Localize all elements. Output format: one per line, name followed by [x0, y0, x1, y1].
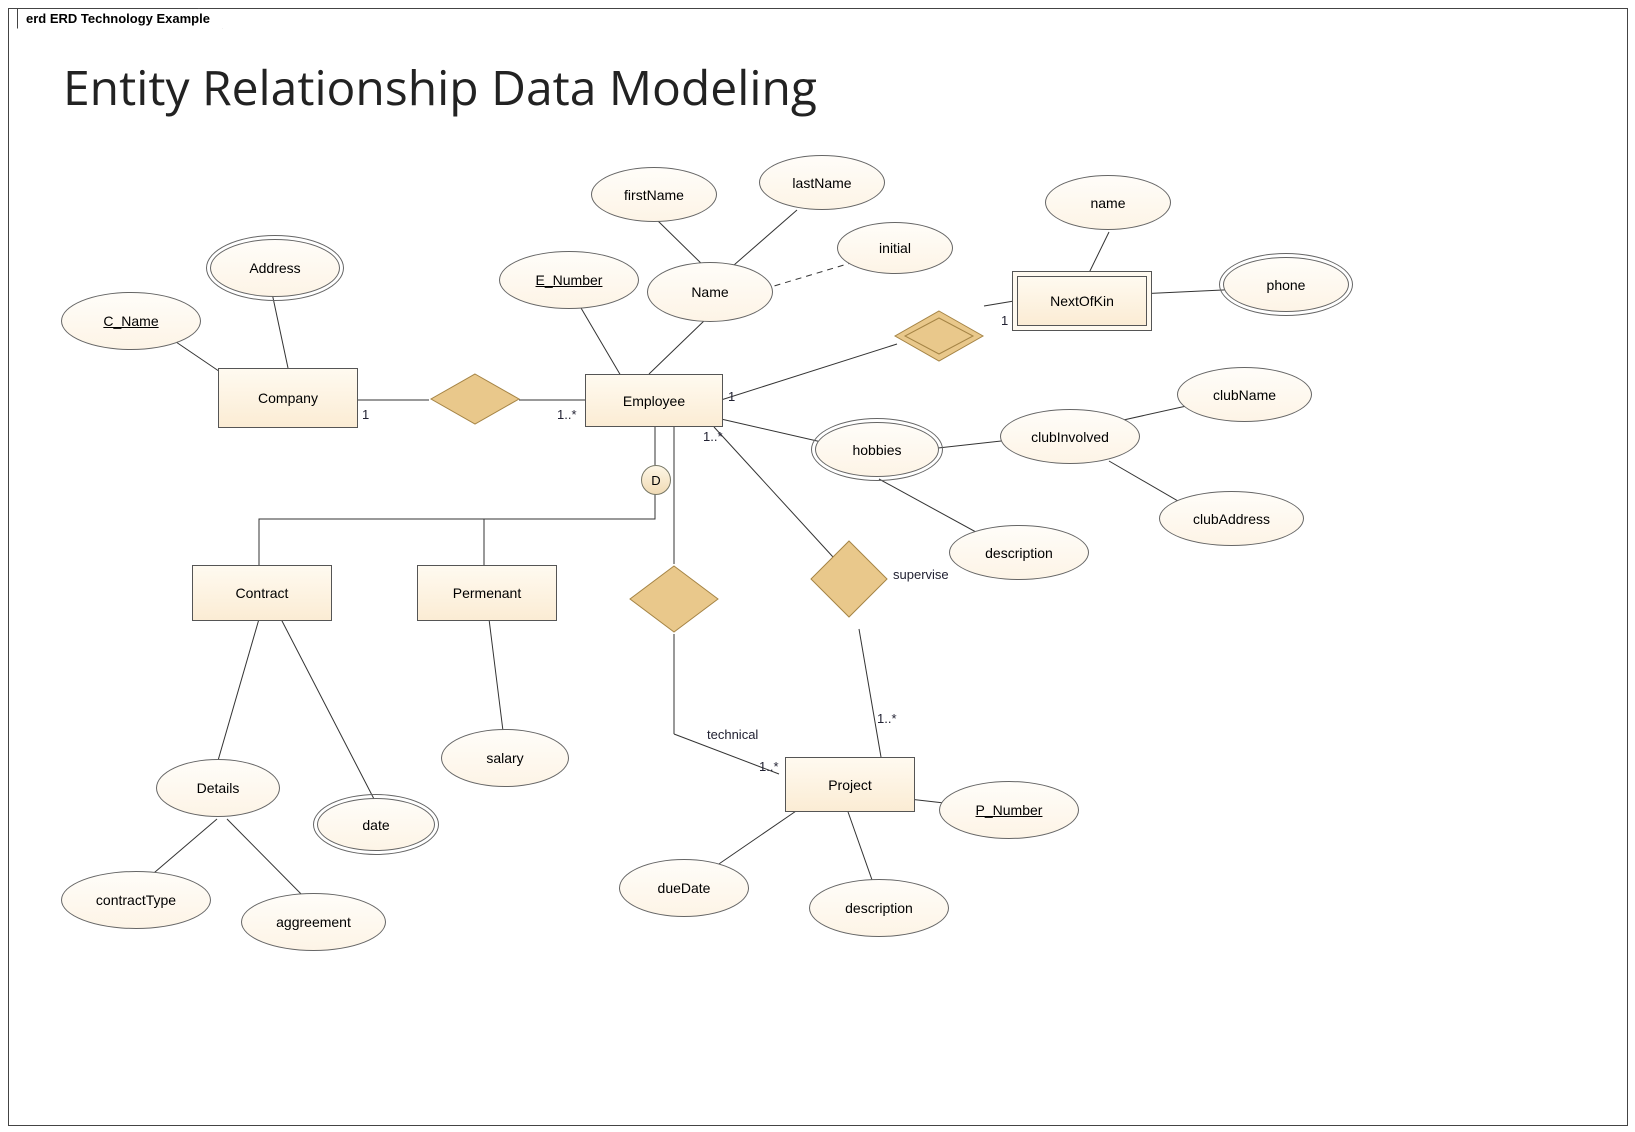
- attr-due-date: dueDate: [619, 859, 749, 917]
- attr-club-address: clubAddress: [1159, 491, 1304, 546]
- attr-p-number: P_Number: [939, 781, 1079, 839]
- entity-nextofkin: NextOfKin: [1017, 276, 1147, 326]
- card-company-1: 1: [362, 407, 369, 422]
- card-employee-nok-1: 1: [728, 389, 735, 404]
- relationship-technical: [628, 564, 720, 634]
- attr-c-name: C_Name: [61, 292, 201, 350]
- relationship-company-employee: [429, 372, 521, 426]
- attr-lastname: lastName: [759, 155, 885, 210]
- card-supervise-project: 1..*: [877, 711, 897, 726]
- entity-contract: Contract: [192, 565, 332, 621]
- attr-initial: initial: [837, 222, 953, 274]
- attr-club-involved: clubInvolved: [1000, 409, 1140, 464]
- attr-contract-type: contractType: [61, 871, 211, 929]
- label-technical: technical: [707, 727, 758, 742]
- entity-permanent: Permenant: [417, 565, 557, 621]
- attr-aggreement: aggreement: [241, 893, 386, 951]
- label-supervise: supervise: [893, 567, 949, 582]
- entity-project: Project: [785, 757, 915, 812]
- attr-firstname: firstName: [591, 167, 717, 222]
- attr-salary: salary: [441, 729, 569, 787]
- diagram-tab: erd ERD Technology Example: [17, 8, 223, 29]
- attr-hobbies: hobbies: [815, 422, 939, 477]
- card-employee-1n: 1..*: [557, 407, 577, 422]
- attr-e-number: E_Number: [499, 251, 639, 309]
- card-nok-1: 1: [1001, 313, 1008, 328]
- relationship-supervise: [809, 539, 889, 619]
- attr-project-description: description: [809, 879, 949, 937]
- card-employee-proj-top: 1..*: [703, 429, 723, 444]
- relationship-employee-nextofkin: [893, 309, 985, 363]
- entity-company: Company: [218, 368, 358, 428]
- attr-address: Address: [210, 239, 340, 297]
- attr-nok-phone: phone: [1223, 257, 1349, 312]
- card-technical-project: 1..*: [759, 759, 779, 774]
- attr-hobbies-description: description: [949, 525, 1089, 580]
- diagram-frame: erd ERD Technology Example Entity Relati…: [8, 8, 1628, 1126]
- attr-date: date: [317, 798, 435, 851]
- attr-nok-name: name: [1045, 175, 1171, 230]
- erd-diagram-page: erd ERD Technology Example Entity Relati…: [0, 0, 1635, 1132]
- attr-club-name: clubName: [1177, 367, 1312, 422]
- attr-details: Details: [156, 759, 280, 817]
- disjoint-circle: D: [641, 465, 671, 495]
- attr-name: Name: [647, 262, 773, 322]
- entity-employee: Employee: [585, 374, 723, 427]
